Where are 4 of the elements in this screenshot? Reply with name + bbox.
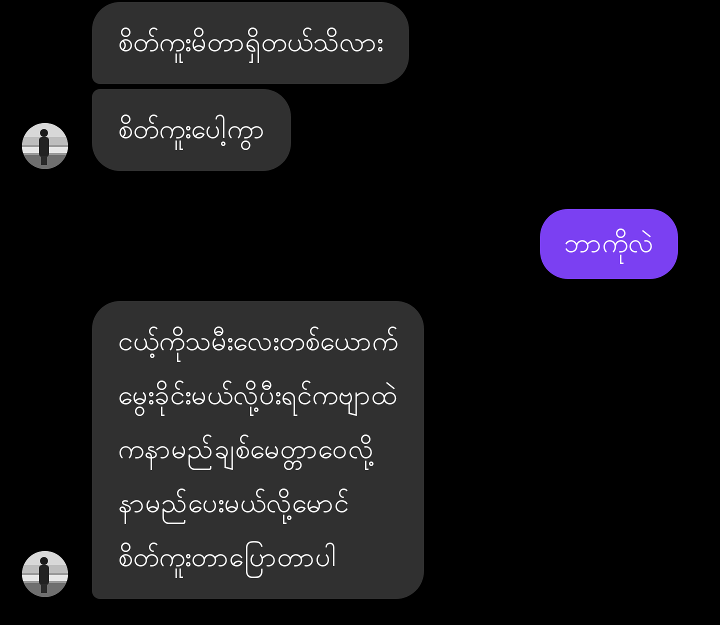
received-message: စိတ်ကူးမိတာရှိတယ်သိလား <box>92 2 409 84</box>
received-message: ငယ့်ကိုသမီးလေးတစ်ယောက် မွေးခိုင်းမယ်လို့ပီးရင်ကဗျာထဲ ကနာမည်ချစ်မေတ္တာဝေလို့ နာမည်ပေးမယ်လို့မောင် စိတ်ကူးတာပြောတာပါ <box>92 301 424 599</box>
received-message: စိတ်ကူးပေါ့ကွာ <box>92 89 291 171</box>
sent-message: ဘာကိုလဲ <box>540 209 678 279</box>
